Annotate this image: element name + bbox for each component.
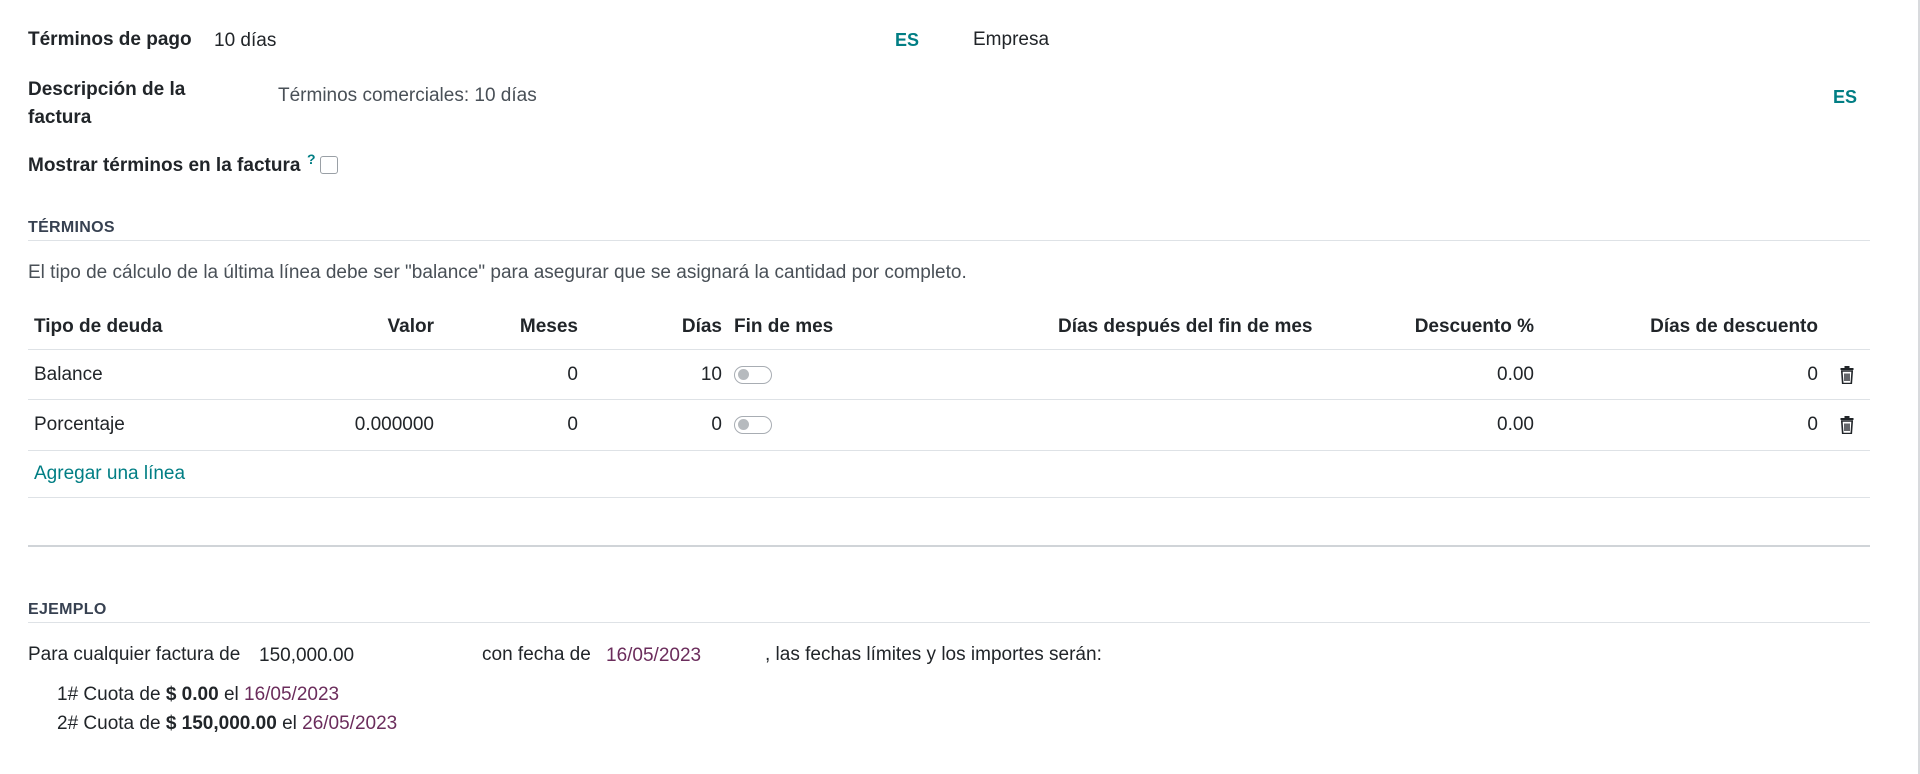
- column-header-days-after-eom[interactable]: Días después del fin de mes: [1058, 316, 1312, 338]
- row-months[interactable]: 0: [480, 414, 578, 436]
- example-section-divider: [28, 622, 1870, 623]
- column-header-end-of-month[interactable]: Fin de mes: [734, 316, 833, 338]
- row-value[interactable]: 0.000000: [330, 414, 434, 436]
- installment-index: 1#: [57, 684, 79, 705]
- row-months[interactable]: 0: [480, 364, 578, 386]
- installment-amount: $ 0.00: [165, 684, 219, 705]
- show-terms-checkbox[interactable]: [320, 156, 338, 174]
- installment-line: 2# Cuota de $ 150,000.00 el 26/05/2023: [57, 713, 397, 735]
- row-days[interactable]: 10: [640, 364, 722, 386]
- invoice-description-lang-button[interactable]: ES: [1833, 87, 1857, 108]
- example-date-prefix: con fecha de: [482, 644, 591, 665]
- show-terms-help-icon[interactable]: ?: [307, 151, 316, 167]
- column-header-days[interactable]: Días: [640, 316, 722, 338]
- row-divider: [28, 450, 1870, 451]
- example-section-title: EJEMPLO: [28, 601, 107, 618]
- row-type[interactable]: Porcentaje: [34, 414, 125, 436]
- example-prefix: Para cualquier factura de: [28, 644, 241, 665]
- show-terms-label: Mostrar términos en la factura: [28, 155, 301, 176]
- column-header-discount-days[interactable]: Días de descuento: [1600, 316, 1818, 338]
- installment-text: Cuota de: [83, 684, 161, 705]
- payment-terms-label: Términos de pago: [28, 29, 192, 50]
- example-date-input[interactable]: 16/05/2023: [606, 645, 701, 667]
- row-discount-days[interactable]: 0: [1600, 364, 1818, 386]
- toggle-knob: [738, 369, 749, 380]
- installment-amount: $ 150,000.00: [165, 713, 277, 734]
- installment-on: el: [282, 713, 297, 734]
- toggle-knob: [738, 419, 749, 430]
- row-discount-pct[interactable]: 0.00: [1340, 364, 1534, 386]
- installment-date: 16/05/2023: [244, 684, 340, 705]
- invoice-description-label-line2: factura: [28, 107, 92, 128]
- installment-text: Cuota de: [83, 713, 161, 734]
- column-header-value[interactable]: Valor: [330, 316, 434, 338]
- column-header-months[interactable]: Meses: [480, 316, 578, 338]
- row-discount-days[interactable]: 0: [1600, 414, 1818, 436]
- section-separator: [28, 545, 1870, 547]
- row-discount-pct[interactable]: 0.00: [1340, 414, 1534, 436]
- example-amount-input[interactable]: 150,000.00: [259, 645, 354, 667]
- row-type[interactable]: Balance: [34, 364, 103, 386]
- payment-terms-input[interactable]: 10 días: [214, 30, 276, 52]
- column-header-type[interactable]: Tipo de deuda: [34, 316, 162, 338]
- trash-icon[interactable]: [1840, 366, 1854, 384]
- example-suffix: , las fechas límites y los importes será…: [765, 644, 1102, 665]
- terms-notice: El tipo de cálculo de la última línea de…: [28, 262, 967, 283]
- add-line-link[interactable]: Agregar una línea: [34, 463, 185, 485]
- end-of-month-toggle[interactable]: [734, 366, 772, 384]
- column-header-discount-pct[interactable]: Descuento %: [1340, 316, 1534, 338]
- payment-terms-lang-button[interactable]: ES: [895, 30, 919, 51]
- installment-line: 1# Cuota de $ 0.00 el 16/05/2023: [57, 684, 339, 706]
- table-header-divider: [28, 349, 1870, 350]
- installment-index: 2#: [57, 713, 79, 734]
- row-days[interactable]: 0: [640, 414, 722, 436]
- terms-section-divider: [28, 240, 1870, 241]
- end-of-month-toggle[interactable]: [734, 416, 772, 434]
- trash-icon[interactable]: [1840, 416, 1854, 434]
- terms-section-title: TÉRMINOS: [28, 219, 115, 236]
- installment-on: el: [223, 684, 239, 705]
- row-divider: [28, 399, 1870, 400]
- table-bottom-divider: [28, 497, 1870, 498]
- invoice-description-label-line1: Descripción de la: [28, 79, 186, 100]
- installment-date: 26/05/2023: [302, 713, 398, 734]
- company-field-label: Empresa: [973, 29, 1050, 50]
- invoice-description-input[interactable]: Términos comerciales: 10 días: [278, 85, 537, 107]
